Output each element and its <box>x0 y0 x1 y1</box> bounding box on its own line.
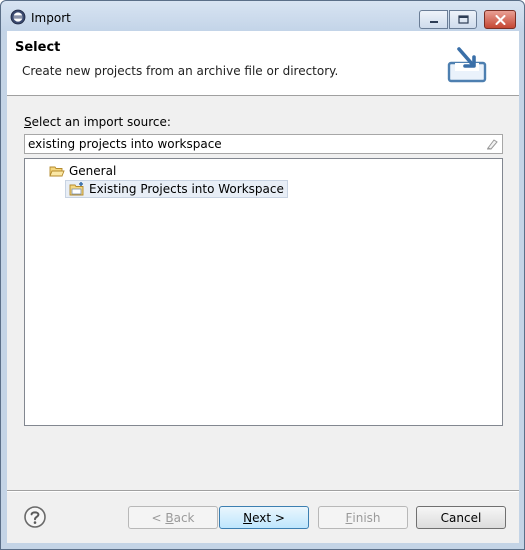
button-bar-separator <box>7 490 519 492</box>
page-title: Select <box>15 40 61 55</box>
close-button[interactable] <box>484 10 516 29</box>
dialog-content: Select Create new projects from an archi… <box>7 31 519 543</box>
tree-item-general[interactable]: General <box>49 162 116 180</box>
import-projects-icon <box>69 182 84 196</box>
back-button[interactable]: < Back <box>128 506 218 529</box>
import-dialog: Import Select Create new projects from a… <box>0 0 525 550</box>
clear-filter-icon[interactable] <box>485 137 499 151</box>
close-icon <box>495 14 505 25</box>
maximize-button[interactable] <box>449 10 477 29</box>
import-source-label: Select an import source: <box>24 115 171 129</box>
title-bar[interactable]: Import <box>1 1 524 31</box>
finish-button[interactable]: Finish <box>318 506 408 529</box>
minimize-button[interactable] <box>419 10 448 29</box>
folder-open-icon <box>49 166 65 177</box>
next-button[interactable]: Next > <box>219 506 309 529</box>
page-description: Create new projects from an archive file… <box>22 64 339 78</box>
help-icon[interactable] <box>23 505 47 529</box>
tree-item-existing-projects[interactable]: Existing Projects into Workspace <box>65 180 288 198</box>
import-source-tree[interactable]: General Existing Projects into Workspace <box>24 158 503 426</box>
filter-input[interactable] <box>24 134 503 154</box>
window-title: Import <box>31 11 71 25</box>
cancel-button[interactable]: Cancel <box>416 506 506 529</box>
import-wizard-icon <box>447 47 487 83</box>
tree-item-label: General <box>69 164 117 178</box>
eclipse-icon <box>10 9 26 25</box>
minimize-icon <box>429 20 438 23</box>
tree-item-label: Existing Projects into Workspace <box>89 182 284 196</box>
wizard-banner: Select Create new projects from an archi… <box>7 31 519 96</box>
maximize-icon <box>457 15 469 24</box>
